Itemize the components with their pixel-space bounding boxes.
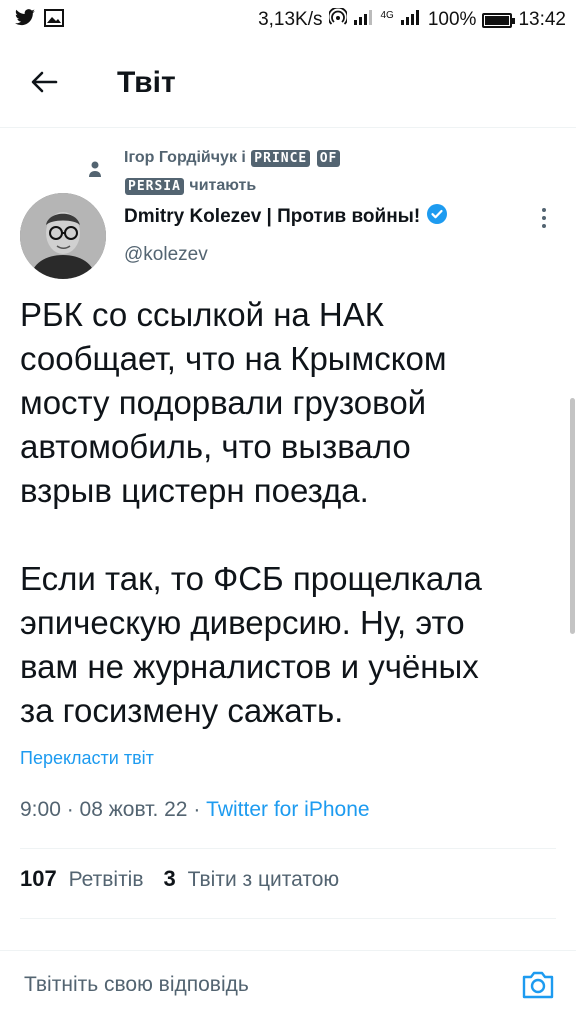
network-speed: 3,13K/s (258, 9, 323, 30)
signal-icon (353, 9, 375, 31)
retweets-label: Ретвітів (68, 868, 144, 891)
verified-badge-icon (426, 203, 448, 231)
author-name[interactable]: Dmitry Kolezev | Против войны! (124, 203, 448, 231)
tweet-date: 08 жовт. 22 (79, 798, 188, 821)
tweet-meta: 9:00 · 08 жовт. 22 · Twitter for iPhone (20, 798, 370, 822)
author-display-name: Dmitry Kolezev | Против войны! (124, 206, 421, 227)
retweets-stat[interactable]: 107 Ретвітів (20, 866, 144, 892)
retweets-count: 107 (20, 866, 57, 891)
network-type: 4G (380, 9, 394, 21)
quotes-label: Твіти з цитатою (187, 868, 340, 891)
prince-badge: PRINCE (251, 150, 311, 167)
status-bar: 3,13K/s 4G 100% 13:42 (0, 0, 576, 40)
divider (20, 918, 556, 919)
translate-tweet-link[interactable]: Перекласти твіт (20, 748, 154, 769)
image-icon (44, 9, 64, 32)
reply-input[interactable]: Твітніть свою відповідь (24, 973, 249, 997)
divider (20, 848, 556, 849)
page-title: Твіт (117, 66, 176, 99)
meta-separator: · (193, 798, 207, 821)
signal-4g-icon (400, 9, 422, 31)
battery-percent: 100% (427, 9, 477, 30)
tweet-text: РБК со ссылкой на НАК сообщает, что на К… (20, 296, 482, 729)
twitter-icon (14, 9, 36, 32)
quotes-count: 3 (163, 866, 176, 891)
author-handle[interactable]: @kolezev (124, 244, 208, 266)
camera-button[interactable] (520, 967, 556, 1003)
tweet-source-link[interactable]: Twitter for iPhone (206, 798, 369, 821)
meta-separator: · (66, 798, 80, 821)
camera-icon (520, 971, 556, 1007)
partial-stats-row (20, 936, 80, 944)
social-context-prefix: Ігор Гордійчук і (124, 149, 246, 166)
scrollbar[interactable] (570, 398, 575, 634)
persia-badge: PERSIA (125, 178, 184, 195)
top-app-bar: Твіт (0, 40, 576, 128)
reply-bar: Твітніть свою відповідь (0, 950, 576, 1024)
tweet-stats: 107 Ретвітів 3 Твіти з цитатою (20, 866, 339, 892)
more-vertical-icon[interactable] (534, 206, 554, 230)
back-button[interactable] (24, 64, 64, 104)
arrow-left-icon (30, 70, 58, 99)
hotspot-icon (327, 6, 348, 32)
social-context-suffix: читають (189, 177, 257, 194)
person-icon (88, 160, 102, 183)
quotes-stat[interactable]: 3 Твіти з цитатою (164, 866, 340, 892)
tweet-time: 9:00 (20, 798, 61, 821)
battery-icon (482, 12, 516, 28)
clock: 13:42 (518, 9, 566, 30)
avatar[interactable] (20, 193, 106, 279)
social-context-text: Ігор Гордійчук і PRINCE OF PERSIA читают… (124, 144, 341, 200)
of-badge: OF (316, 150, 341, 167)
